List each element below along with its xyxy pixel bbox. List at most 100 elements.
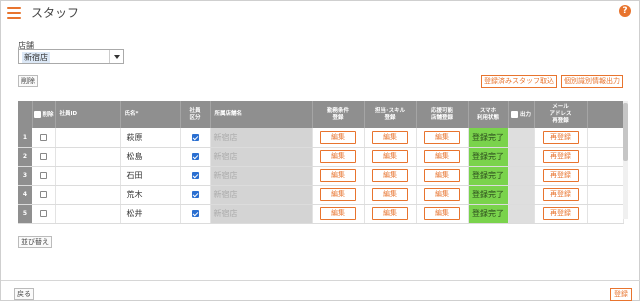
edit-available-stores-button[interactable]: 編集 (424, 169, 460, 182)
phone-status-cell: 登録完了 (468, 185, 509, 205)
employee-id-cell[interactable] (55, 185, 121, 205)
employee-class-cell (180, 128, 211, 148)
name-cell[interactable]: 萩原 (120, 128, 181, 148)
employee-class-cell (180, 147, 211, 167)
import-staff-button[interactable]: 登録済みスタッフ取込 (481, 75, 557, 88)
table-row: 1 萩原 新宿店 編集 編集 編集 登録完了 再登録 (18, 128, 624, 148)
output-cell (508, 166, 535, 186)
store-select[interactable]: 新宿店 (18, 49, 124, 64)
staff-table: 削除 社員ID 氏名* 社員 区分 所属店舗名 勤務条件 登録 担当･スキル 登録 応… (18, 101, 624, 224)
sort-button[interactable]: 並び替え (18, 236, 52, 248)
edit-skills-button[interactable]: 編集 (372, 188, 408, 201)
chevron-down-icon[interactable] (109, 50, 123, 63)
individual-id-output-button[interactable]: 個別識別情報出力 (561, 75, 623, 88)
delete-cell (32, 204, 56, 224)
header-available-stores: 応援可能 店舗登録 (416, 101, 469, 128)
work-conditions-cell: 編集 (312, 166, 365, 186)
store-cell: 新宿店 (210, 166, 313, 186)
email-cell: 再登録 (534, 185, 588, 205)
edit-available-stores-button[interactable]: 編集 (424, 130, 460, 144)
edit-work-conditions-button[interactable]: 編集 (320, 169, 356, 182)
employee-id-cell[interactable] (55, 204, 121, 224)
store-cell: 新宿店 (210, 185, 313, 205)
skills-cell: 編集 (364, 166, 417, 186)
header-output: 出力 (508, 101, 535, 128)
skills-cell: 編集 (364, 204, 417, 224)
employee-class-checkbox[interactable] (191, 153, 199, 160)
skills-cell: 編集 (364, 147, 417, 167)
name-cell[interactable]: 松島 (120, 147, 181, 167)
edit-available-stores-button[interactable]: 編集 (424, 207, 460, 220)
reregister-email-button[interactable]: 再登録 (542, 188, 579, 201)
header-phone-status: スマホ 利用状態 (468, 101, 509, 128)
employee-id-cell[interactable] (55, 128, 121, 148)
edit-work-conditions-button[interactable]: 編集 (320, 207, 356, 220)
available-stores-cell: 編集 (416, 166, 469, 186)
reregister-email-button[interactable]: 再登録 (542, 169, 579, 182)
available-stores-cell: 編集 (416, 147, 469, 167)
delete-checkbox[interactable] (39, 210, 47, 217)
work-conditions-cell: 編集 (312, 147, 365, 167)
phone-status-cell: 登録完了 (468, 128, 509, 148)
row-number: 1 (18, 128, 32, 148)
row-number: 2 (18, 147, 32, 167)
employee-class-checkbox[interactable] (191, 133, 199, 141)
scrollbar-thumb[interactable] (623, 103, 628, 161)
header-extra (587, 101, 624, 128)
extra-cell (587, 166, 624, 186)
select-all-delete-checkbox[interactable] (33, 110, 41, 118)
edit-skills-button[interactable]: 編集 (372, 130, 408, 144)
menu-icon[interactable] (7, 7, 21, 19)
delete-button[interactable]: 削除 (18, 75, 38, 87)
employee-class-checkbox[interactable] (191, 191, 199, 198)
name-cell[interactable]: 松井 (120, 204, 181, 224)
phone-status-cell: 登録完了 (468, 147, 509, 167)
edit-available-stores-button[interactable]: 編集 (424, 188, 460, 201)
phone-status-cell: 登録完了 (468, 204, 509, 224)
select-all-output-checkbox[interactable] (510, 110, 518, 118)
email-cell: 再登録 (534, 128, 588, 148)
name-cell[interactable]: 石田 (120, 166, 181, 186)
table-row: 5 松井 新宿店 編集 編集 編集 登録完了 再登録 (18, 204, 624, 224)
header-employee-class: 社員 区分 (180, 101, 211, 128)
delete-checkbox[interactable] (39, 133, 47, 141)
header-name: 氏名* (120, 101, 181, 128)
register-button[interactable]: 登録 (610, 288, 632, 301)
edit-skills-button[interactable]: 編集 (372, 150, 408, 163)
email-cell: 再登録 (534, 147, 588, 167)
edit-available-stores-button[interactable]: 編集 (424, 150, 460, 163)
header-skills: 担当･スキル 登録 (364, 101, 417, 128)
delete-checkbox[interactable] (39, 153, 47, 160)
delete-checkbox[interactable] (39, 191, 47, 198)
store-cell: 新宿店 (210, 204, 313, 224)
employee-id-cell[interactable] (55, 147, 121, 167)
edit-skills-button[interactable]: 編集 (372, 207, 408, 220)
header-work-conditions: 勤務条件 登録 (312, 101, 365, 128)
employee-class-checkbox[interactable] (191, 210, 199, 217)
delete-checkbox[interactable] (39, 172, 47, 179)
edit-skills-button[interactable]: 編集 (372, 169, 408, 182)
available-stores-cell: 編集 (416, 128, 469, 148)
available-stores-cell: 編集 (416, 204, 469, 224)
row-number: 3 (18, 166, 32, 186)
table-scrollbar[interactable] (623, 101, 628, 219)
row-number: 5 (18, 204, 32, 224)
delete-cell (32, 166, 56, 186)
table-header-row: 削除 社員ID 氏名* 社員 区分 所属店舗名 勤務条件 登録 担当･スキル 登録 応… (18, 101, 624, 128)
employee-id-cell[interactable] (55, 166, 121, 186)
back-button[interactable]: 戻る (14, 288, 34, 300)
employee-class-checkbox[interactable] (191, 172, 199, 179)
page-title: スタッフ (31, 6, 80, 20)
row-number: 4 (18, 185, 32, 205)
name-cell[interactable]: 荒木 (120, 185, 181, 205)
skills-cell: 編集 (364, 128, 417, 148)
reregister-email-button[interactable]: 再登録 (542, 150, 579, 163)
email-cell: 再登録 (534, 204, 588, 224)
reregister-email-button[interactable]: 再登録 (542, 207, 579, 220)
edit-work-conditions-button[interactable]: 編集 (320, 130, 356, 144)
edit-work-conditions-button[interactable]: 編集 (320, 188, 356, 201)
edit-work-conditions-button[interactable]: 編集 (320, 150, 356, 163)
header-email: メール アドレス 再登録 (534, 101, 588, 128)
reregister-email-button[interactable]: 再登録 (542, 130, 579, 144)
help-icon[interactable]: ? (619, 5, 631, 17)
